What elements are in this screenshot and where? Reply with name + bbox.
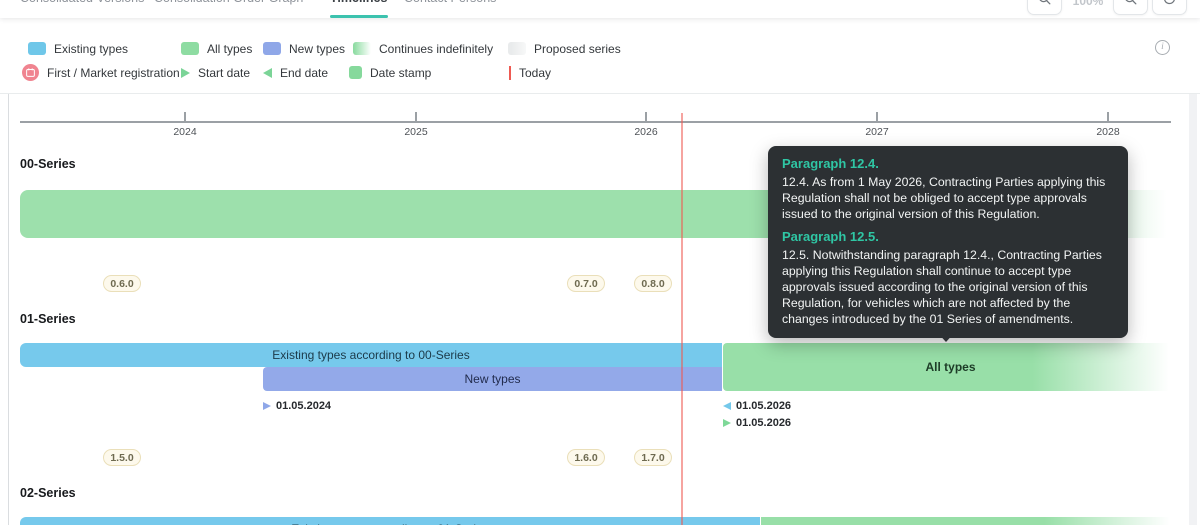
magnifier-plus-icon (1123, 0, 1138, 11)
tab-consolidation-order-graph[interactable]: Consolidation Order Graph (154, 0, 303, 5)
version-badge[interactable]: 1.5.0 (103, 449, 141, 466)
series-02-existing-types-bar[interactable]: Existing types according to 01-Series (20, 517, 760, 525)
legend-label: Today (519, 66, 551, 80)
timeline-axis (20, 121, 1171, 123)
legend-label: Existing types (54, 42, 128, 56)
end-date-triangle-icon (723, 402, 731, 410)
series-01-all-types-bar[interactable]: All types (723, 343, 1178, 391)
version-badge[interactable]: 0.7.0 (567, 275, 605, 292)
today-marker-line (681, 113, 683, 525)
axis-tick (876, 112, 878, 121)
legend-label: Date stamp (370, 66, 431, 80)
active-tab-underline (330, 15, 388, 18)
legend-label: Proposed series (534, 42, 621, 56)
tooltip-body: 12.5. Notwithstanding paragraph 12.4., C… (782, 248, 1114, 327)
refresh-icon (1162, 0, 1177, 11)
legend-continues-indefinitely: Continues indefinitely (353, 40, 493, 57)
series-01-new-types-bar[interactable]: New types (263, 367, 722, 391)
legend-date-stamp: Date stamp (349, 64, 431, 81)
series-02-all-types-bar[interactable] (761, 517, 1178, 525)
start-date-marker: 01.05.2026 (723, 417, 791, 429)
year-label-2027: 2027 (865, 126, 888, 138)
date-stamp-icon (349, 66, 362, 79)
magnifier-minus-icon (1037, 0, 1052, 11)
end-date-triangle-icon (263, 68, 272, 78)
legend-label: End date (280, 66, 328, 80)
version-badge[interactable]: 0.6.0 (103, 275, 141, 292)
version-badge[interactable]: 1.6.0 (567, 449, 605, 466)
bar-label: Existing types according to 00-Series (272, 348, 469, 362)
year-label-2025: 2025 (404, 126, 427, 138)
all-types-swatch (181, 42, 199, 55)
series-02-label: 02-Series (20, 486, 76, 500)
legend-end-date: End date (263, 64, 328, 81)
legend-today: Today (509, 64, 551, 81)
series-00-label: 00-Series (20, 157, 76, 171)
vertical-scrollbar[interactable] (1189, 18, 1197, 525)
start-date-triangle-icon (723, 419, 731, 427)
existing-types-swatch (28, 42, 46, 55)
legend-existing-types: Existing types (28, 40, 128, 57)
top-tab-bar: Consolidated Versions Consolidation Orde… (0, 0, 1200, 18)
registration-calendar-icon (22, 64, 39, 81)
start-date-triangle-icon (181, 68, 190, 78)
start-date-triangle-icon (263, 402, 271, 410)
continues-indefinitely-swatch (353, 42, 371, 55)
app-window: Consolidated Versions Consolidation Orde… (0, 0, 1200, 525)
tab-consolidated-versions[interactable]: Consolidated Versions (20, 0, 144, 5)
legend-label: All types (207, 42, 252, 56)
version-badge[interactable]: 1.7.0 (634, 449, 672, 466)
today-line-icon (509, 66, 511, 80)
legend-proposed-series: Proposed series (508, 40, 621, 57)
zoom-in-button[interactable] (1113, 0, 1148, 15)
axis-tick (1107, 112, 1109, 121)
bar-label: New types (464, 372, 520, 386)
legend-new-types: New types (263, 40, 345, 57)
new-types-swatch (263, 42, 281, 55)
date-text: 01.05.2026 (736, 400, 791, 412)
year-label-2024: 2024 (173, 126, 196, 138)
axis-tick (645, 112, 647, 121)
legend-label: First / Market registration (47, 66, 180, 80)
legend-start-date: Start date (181, 64, 250, 81)
tooltip-body: 12.4. As from 1 May 2026, Contracting Pa… (782, 175, 1114, 222)
bar-label: All types (925, 360, 975, 374)
reset-view-button[interactable] (1152, 0, 1187, 15)
zoom-level-label: 100% (1066, 0, 1110, 15)
legend-first-market-registration: First / Market registration (22, 64, 180, 81)
legend-label: New types (289, 42, 345, 56)
legend-label: Start date (198, 66, 250, 80)
tab-timelines[interactable]: Timelines (330, 0, 387, 5)
axis-tick (184, 112, 186, 121)
tooltip-heading: Paragraph 12.5. (782, 229, 1114, 245)
legend-label: Continues indefinitely (379, 42, 493, 56)
panel-left-border (8, 18, 9, 525)
series-01-label: 01-Series (20, 312, 76, 326)
series-01-existing-types-bar[interactable]: Existing types according to 00-Series (20, 343, 722, 367)
tooltip-arrow (936, 331, 956, 342)
start-date-marker: 01.05.2024 (263, 400, 331, 412)
legend-panel: Existing types All types New types Conti… (0, 18, 1200, 94)
axis-tick (415, 112, 417, 121)
tab-contact-persons[interactable]: Contact Persons (404, 0, 496, 5)
version-badge[interactable]: 0.8.0 (634, 275, 672, 292)
end-date-marker: 01.05.2026 (723, 400, 791, 412)
tooltip-heading: Paragraph 12.4. (782, 156, 1114, 172)
zoom-out-button[interactable] (1027, 0, 1062, 15)
date-text: 01.05.2024 (276, 400, 331, 412)
year-label-2026: 2026 (634, 126, 657, 138)
date-text: 01.05.2026 (736, 417, 791, 429)
legend-all-types: All types (181, 40, 252, 57)
info-icon[interactable]: i (1155, 40, 1170, 55)
proposed-series-swatch (508, 42, 526, 55)
paragraph-tooltip: Paragraph 12.4. 12.4. As from 1 May 2026… (768, 146, 1128, 338)
year-label-2028: 2028 (1096, 126, 1119, 138)
